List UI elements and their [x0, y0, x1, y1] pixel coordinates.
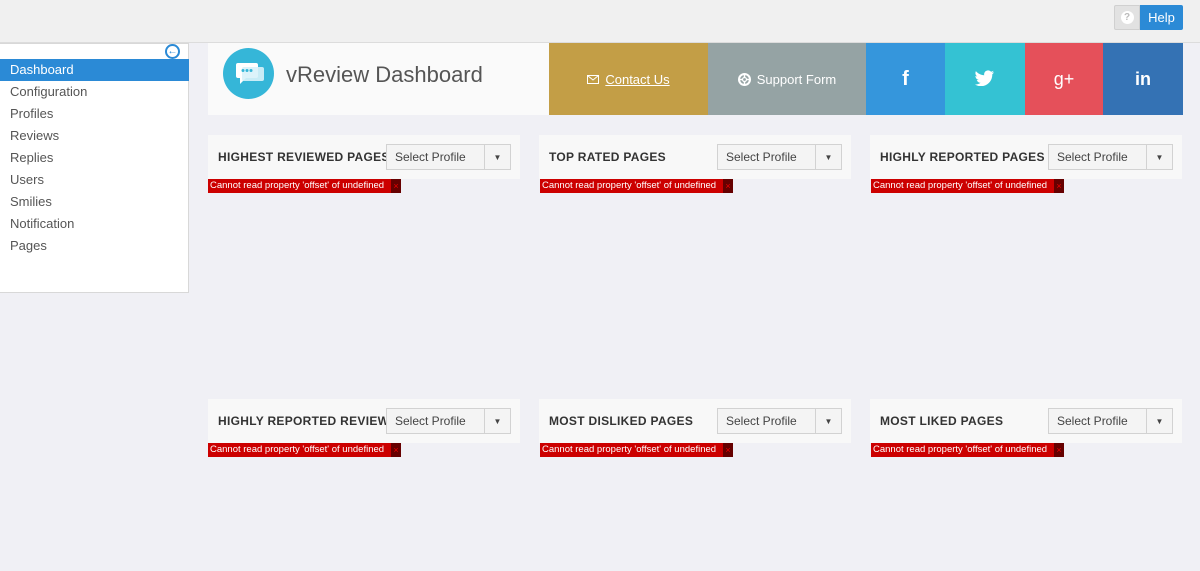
profile-select[interactable]: Select Profile ▼ — [1048, 144, 1173, 170]
sidebar-nav: Dashboard Configuration Profiles Reviews… — [0, 59, 189, 257]
envelope-icon — [587, 74, 600, 84]
caret-down-icon: ▼ — [815, 145, 841, 169]
widget-title: MOST DISLIKED PAGES — [549, 414, 694, 428]
close-icon[interactable]: × — [391, 443, 401, 457]
error-text: Cannot read property 'offset' of undefin… — [873, 444, 1048, 455]
twitter-icon — [974, 69, 995, 89]
profile-select-value: Select Profile — [1057, 150, 1128, 164]
widget-highly-reported-pages: HIGHLY REPORTED PAGES Select Profile ▼ — [870, 135, 1182, 179]
widget-top-rated-pages: TOP RATED PAGES Select Profile ▼ — [539, 135, 851, 179]
error-message: Cannot read property 'offset' of undefin… — [871, 443, 1064, 457]
profile-select[interactable]: Select Profile ▼ — [1048, 408, 1173, 434]
sidebar-item-users[interactable]: Users — [0, 169, 189, 191]
close-icon[interactable]: × — [1054, 179, 1064, 193]
error-text: Cannot read property 'offset' of undefin… — [210, 444, 385, 455]
top-bar: ? Help — [0, 0, 1200, 43]
error-text: Cannot read property 'offset' of undefin… — [873, 180, 1048, 191]
profile-select[interactable]: Select Profile ▼ — [386, 144, 511, 170]
linkedin-link[interactable]: in — [1103, 43, 1183, 115]
sidebar-item-smilies[interactable]: Smilies — [0, 191, 189, 213]
sidebar-item-configuration[interactable]: Configuration — [0, 81, 189, 103]
widget-title: HIGHEST REVIEWED PAGES — [218, 150, 390, 164]
widget-most-liked-pages: MOST LIKED PAGES Select Profile ▼ — [870, 399, 1182, 443]
dashboard-banner: vReview Dashboard Contact Us Support For… — [208, 43, 1183, 115]
profile-select-value: Select Profile — [1057, 414, 1128, 428]
error-text: Cannot read property 'offset' of undefin… — [542, 444, 717, 455]
twitter-link[interactable] — [945, 43, 1025, 115]
error-message: Cannot read property 'offset' of undefin… — [540, 443, 733, 457]
widget-highly-reported-reviews: HIGHLY REPORTED REVIEWS Select Profile ▼ — [208, 399, 520, 443]
caret-down-icon: ▼ — [1146, 145, 1172, 169]
error-message: Cannot read property 'offset' of undefin… — [208, 179, 401, 193]
profile-select[interactable]: Select Profile ▼ — [717, 144, 842, 170]
caret-down-icon: ▼ — [484, 409, 510, 433]
support-form-link[interactable]: Support Form — [708, 43, 866, 115]
question-icon[interactable]: ? — [1114, 5, 1140, 30]
close-icon[interactable]: × — [391, 179, 401, 193]
contact-us-link[interactable]: Contact Us — [549, 43, 708, 115]
sidebar-item-pages[interactable]: Pages — [0, 235, 189, 257]
profile-select-value: Select Profile — [395, 150, 466, 164]
error-message: Cannot read property 'offset' of undefin… — [871, 179, 1064, 193]
page-title: vReview Dashboard — [286, 62, 483, 87]
caret-down-icon: ▼ — [815, 409, 841, 433]
sidebar-item-profiles[interactable]: Profiles — [0, 103, 189, 125]
close-icon[interactable]: × — [723, 443, 733, 457]
profile-select-value: Select Profile — [726, 150, 797, 164]
sidebar-item-dashboard[interactable]: Dashboard — [0, 59, 189, 81]
sidebar-item-notification[interactable]: Notification — [0, 213, 189, 235]
caret-down-icon: ▼ — [1146, 409, 1172, 433]
widget-title: MOST LIKED PAGES — [880, 414, 1004, 428]
profile-select[interactable]: Select Profile ▼ — [386, 408, 511, 434]
widget-title: HIGHLY REPORTED PAGES — [880, 150, 1045, 164]
error-text: Cannot read property 'offset' of undefin… — [210, 180, 385, 191]
googleplus-link[interactable]: g+ — [1025, 43, 1103, 115]
widget-most-disliked-pages: MOST DISLIKED PAGES Select Profile ▼ — [539, 399, 851, 443]
profile-select-value: Select Profile — [726, 414, 797, 428]
widget-title: HIGHLY REPORTED REVIEWS — [218, 414, 398, 428]
chat-logo-icon — [223, 48, 274, 99]
sidebar: ← Dashboard Configuration Profiles Revie… — [0, 43, 189, 293]
contact-us-label: Contact Us — [605, 71, 670, 87]
help-button[interactable]: Help — [1140, 5, 1183, 30]
facebook-icon: f — [902, 67, 909, 90]
error-text: Cannot read property 'offset' of undefin… — [542, 180, 717, 191]
sidebar-item-replies[interactable]: Replies — [0, 147, 189, 169]
error-message: Cannot read property 'offset' of undefin… — [540, 179, 733, 193]
arrow-left-circle-icon[interactable]: ← — [165, 44, 180, 59]
sidebar-item-reviews[interactable]: Reviews — [0, 125, 189, 147]
facebook-link[interactable]: f — [866, 43, 945, 115]
support-form-label: Support Form — [756, 71, 837, 87]
close-icon[interactable]: × — [723, 179, 733, 193]
lifebuoy-icon — [737, 72, 751, 86]
googleplus-icon: g+ — [1053, 68, 1075, 89]
profile-select[interactable]: Select Profile ▼ — [717, 408, 842, 434]
profile-select-value: Select Profile — [395, 414, 466, 428]
widget-highest-reviewed-pages: HIGHEST REVIEWED PAGES Select Profile ▼ — [208, 135, 520, 179]
error-message: Cannot read property 'offset' of undefin… — [208, 443, 401, 457]
linkedin-icon: in — [1135, 68, 1151, 89]
widget-title: TOP RATED PAGES — [549, 150, 666, 164]
close-icon[interactable]: × — [1054, 443, 1064, 457]
caret-down-icon: ▼ — [484, 145, 510, 169]
